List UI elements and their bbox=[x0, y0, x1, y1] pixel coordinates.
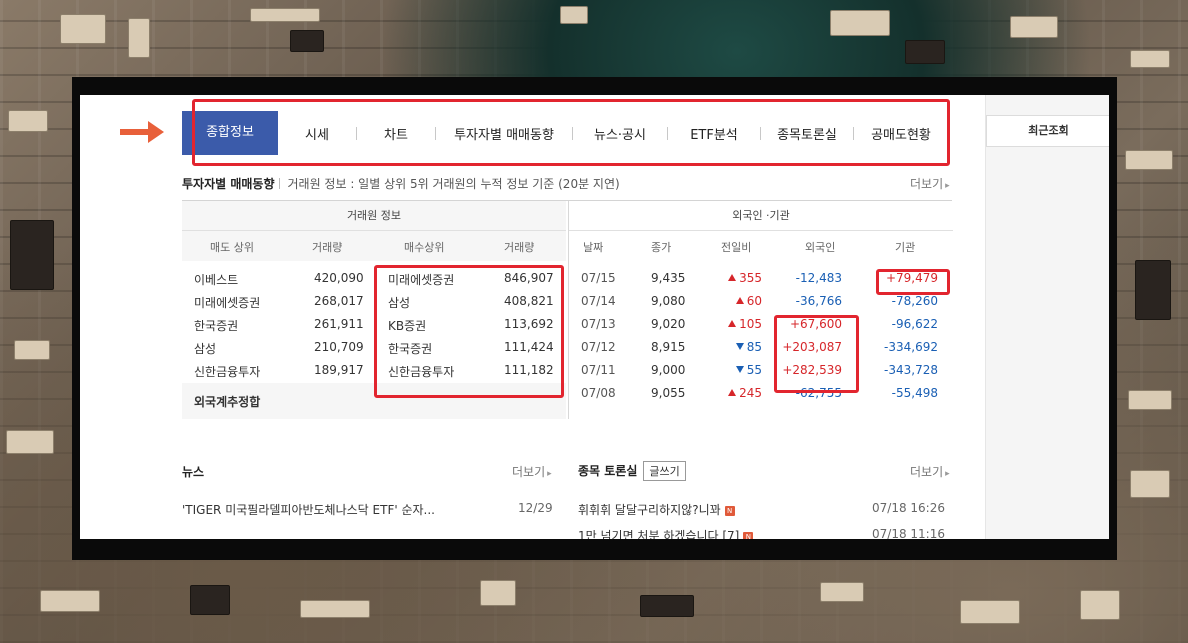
sell-broker: 미래에셋증권 bbox=[194, 296, 261, 310]
sidebar: 최근조회 bbox=[985, 95, 1109, 539]
more-label: 더보기 bbox=[910, 177, 944, 191]
main-content: 종합정보 시세 차트 투자자별 매매동향 뉴스·공시 ETF분석 종목토론실 공… bbox=[80, 95, 960, 539]
sell-volume: 420,090 bbox=[314, 271, 364, 285]
sell-volume: 189,917 bbox=[314, 363, 364, 377]
col-inst: 기관 bbox=[895, 241, 916, 254]
board-item-text: 1만 넘기면 처분 하겠습니다 [7] bbox=[578, 529, 740, 539]
triangle-up-icon bbox=[728, 389, 737, 396]
triangle-up-icon bbox=[728, 274, 737, 281]
change-text: 60 bbox=[746, 294, 762, 308]
board-more-link[interactable]: 더보기 ▸ bbox=[910, 463, 950, 480]
change-value: 245 bbox=[728, 386, 762, 400]
investor-table: 거래원 정보 매도 상위 거래량 매수상위 거래량 이베스트 420,090 미… bbox=[182, 200, 953, 419]
more-label: 더보기 bbox=[512, 465, 546, 479]
investor-desc: 거래원 정보 : 일별 상위 5위 거래원의 누적 정보 기준 (20분 지연) bbox=[287, 177, 620, 191]
triangle-down-icon bbox=[735, 343, 744, 350]
chevron-right-icon: ▸ bbox=[945, 181, 950, 191]
broker-header: 거래원 정보 bbox=[182, 201, 566, 231]
sell-broker: 삼성 bbox=[194, 342, 217, 356]
col-sell: 매도 상위 bbox=[210, 241, 254, 254]
change-text: 85 bbox=[746, 340, 762, 354]
change-text: 55 bbox=[746, 363, 762, 377]
inst-value: -55,498 bbox=[891, 386, 938, 400]
change-text: 355 bbox=[739, 271, 762, 285]
close-value: 9,000 bbox=[651, 363, 686, 377]
sell-volume: 268,017 bbox=[314, 294, 364, 308]
col-buy: 매수상위 bbox=[404, 241, 445, 254]
col-buy-vol: 거래량 bbox=[504, 241, 535, 254]
investor-title: 투자자별 매매동향 bbox=[182, 177, 275, 191]
col-foreign: 외국인 bbox=[805, 241, 836, 254]
date-value: 07/14 bbox=[581, 294, 616, 308]
news-item[interactable]: 'TIGER 미국필라델피아반도체나스닥 ETF' 순자... bbox=[182, 501, 435, 518]
change-value: 85 bbox=[735, 340, 762, 354]
col-change: 전일비 bbox=[721, 241, 752, 254]
stock-page: 종합정보 시세 차트 투자자별 매매동향 뉴스·공시 ETF분석 종목토론실 공… bbox=[80, 95, 1109, 539]
triangle-down-icon bbox=[735, 366, 744, 373]
highlight-box-buy-brokers bbox=[374, 265, 564, 398]
foreign-value: -12,483 bbox=[795, 271, 842, 285]
board-item[interactable]: 휘휘휘 달달구리하지않?니꽈 N bbox=[578, 501, 735, 518]
new-badge: N bbox=[743, 532, 754, 539]
close-value: 9,435 bbox=[651, 271, 686, 285]
change-value: 105 bbox=[728, 317, 762, 331]
triangle-up-icon bbox=[728, 320, 737, 327]
col-date: 날짜 bbox=[583, 241, 604, 254]
highlight-box-foreign bbox=[774, 315, 859, 393]
foreign-total-label: 외국계추정합 bbox=[194, 395, 261, 409]
news-more-link[interactable]: 더보기 ▸ bbox=[512, 463, 552, 480]
board-date: 07/18 11:16 bbox=[872, 527, 945, 539]
date-value: 07/12 bbox=[581, 340, 616, 354]
col-close: 종가 bbox=[651, 241, 672, 254]
sell-volume: 261,911 bbox=[314, 317, 364, 331]
change-value: 55 bbox=[735, 363, 762, 377]
inst-value: -96,622 bbox=[891, 317, 938, 331]
inst-value: -78,260 bbox=[891, 294, 938, 308]
close-value: 8,915 bbox=[651, 340, 686, 354]
inst-value: -334,692 bbox=[884, 340, 938, 354]
chevron-right-icon: ▸ bbox=[547, 469, 552, 479]
more-label: 더보기 bbox=[910, 465, 944, 479]
date-value: 07/11 bbox=[581, 363, 616, 377]
screenshot-frame: 종합정보 시세 차트 투자자별 매매동향 뉴스·공시 ETF분석 종목토론실 공… bbox=[72, 77, 1117, 560]
board-item[interactable]: 1만 넘기면 처분 하겠습니다 [7] N bbox=[578, 527, 754, 539]
sell-broker: 신한금융투자 bbox=[194, 365, 261, 379]
news-title: 뉴스 bbox=[182, 465, 205, 479]
board-title: 종목 토론실 글쓰기 bbox=[578, 461, 686, 481]
highlight-box-nav bbox=[192, 99, 950, 166]
write-button[interactable]: 글쓰기 bbox=[643, 461, 686, 481]
title-divider bbox=[278, 178, 280, 189]
triangle-up-icon bbox=[735, 297, 744, 304]
date-value: 07/13 bbox=[581, 317, 616, 331]
sell-broker: 이베스트 bbox=[194, 273, 239, 287]
sell-broker: 한국증권 bbox=[194, 319, 239, 333]
arrow-right-icon bbox=[120, 121, 164, 143]
date-value: 07/15 bbox=[581, 271, 616, 285]
change-text: 105 bbox=[739, 317, 762, 331]
board-title-label: 종목 토론실 bbox=[578, 464, 638, 478]
chevron-right-icon: ▸ bbox=[945, 469, 950, 479]
date-value: 07/08 bbox=[581, 386, 616, 400]
close-value: 9,020 bbox=[651, 317, 686, 331]
investor-more-link[interactable]: 더보기 ▸ bbox=[910, 175, 950, 192]
inst-value: -343,728 bbox=[884, 363, 938, 377]
board-date: 07/18 16:26 bbox=[872, 501, 945, 515]
foreign-header: 외국인 ·기관 bbox=[569, 201, 953, 231]
change-text: 245 bbox=[739, 386, 762, 400]
highlight-box-inst bbox=[876, 269, 950, 295]
sell-volume: 210,709 bbox=[314, 340, 364, 354]
news-date: 12/29 bbox=[518, 501, 553, 515]
investor-section-title: 투자자별 매매동향 거래원 정보 : 일별 상위 5위 거래원의 누적 정보 기준… bbox=[182, 175, 620, 192]
recent-view-tab[interactable]: 최근조회 bbox=[986, 115, 1109, 147]
close-value: 9,055 bbox=[651, 386, 686, 400]
new-badge: N bbox=[724, 506, 735, 516]
change-value: 60 bbox=[735, 294, 762, 308]
close-value: 9,080 bbox=[651, 294, 686, 308]
col-sell-vol: 거래량 bbox=[312, 241, 343, 254]
board-item-text: 휘휘휘 달달구리하지않?니꽈 bbox=[578, 503, 721, 517]
foreign-value: -36,766 bbox=[795, 294, 842, 308]
change-value: 355 bbox=[728, 271, 762, 285]
foreign-inst-table: 외국인 ·기관 날짜 종가 전일비 외국인 기관 07/15 9,435 355 -1… bbox=[568, 201, 953, 419]
